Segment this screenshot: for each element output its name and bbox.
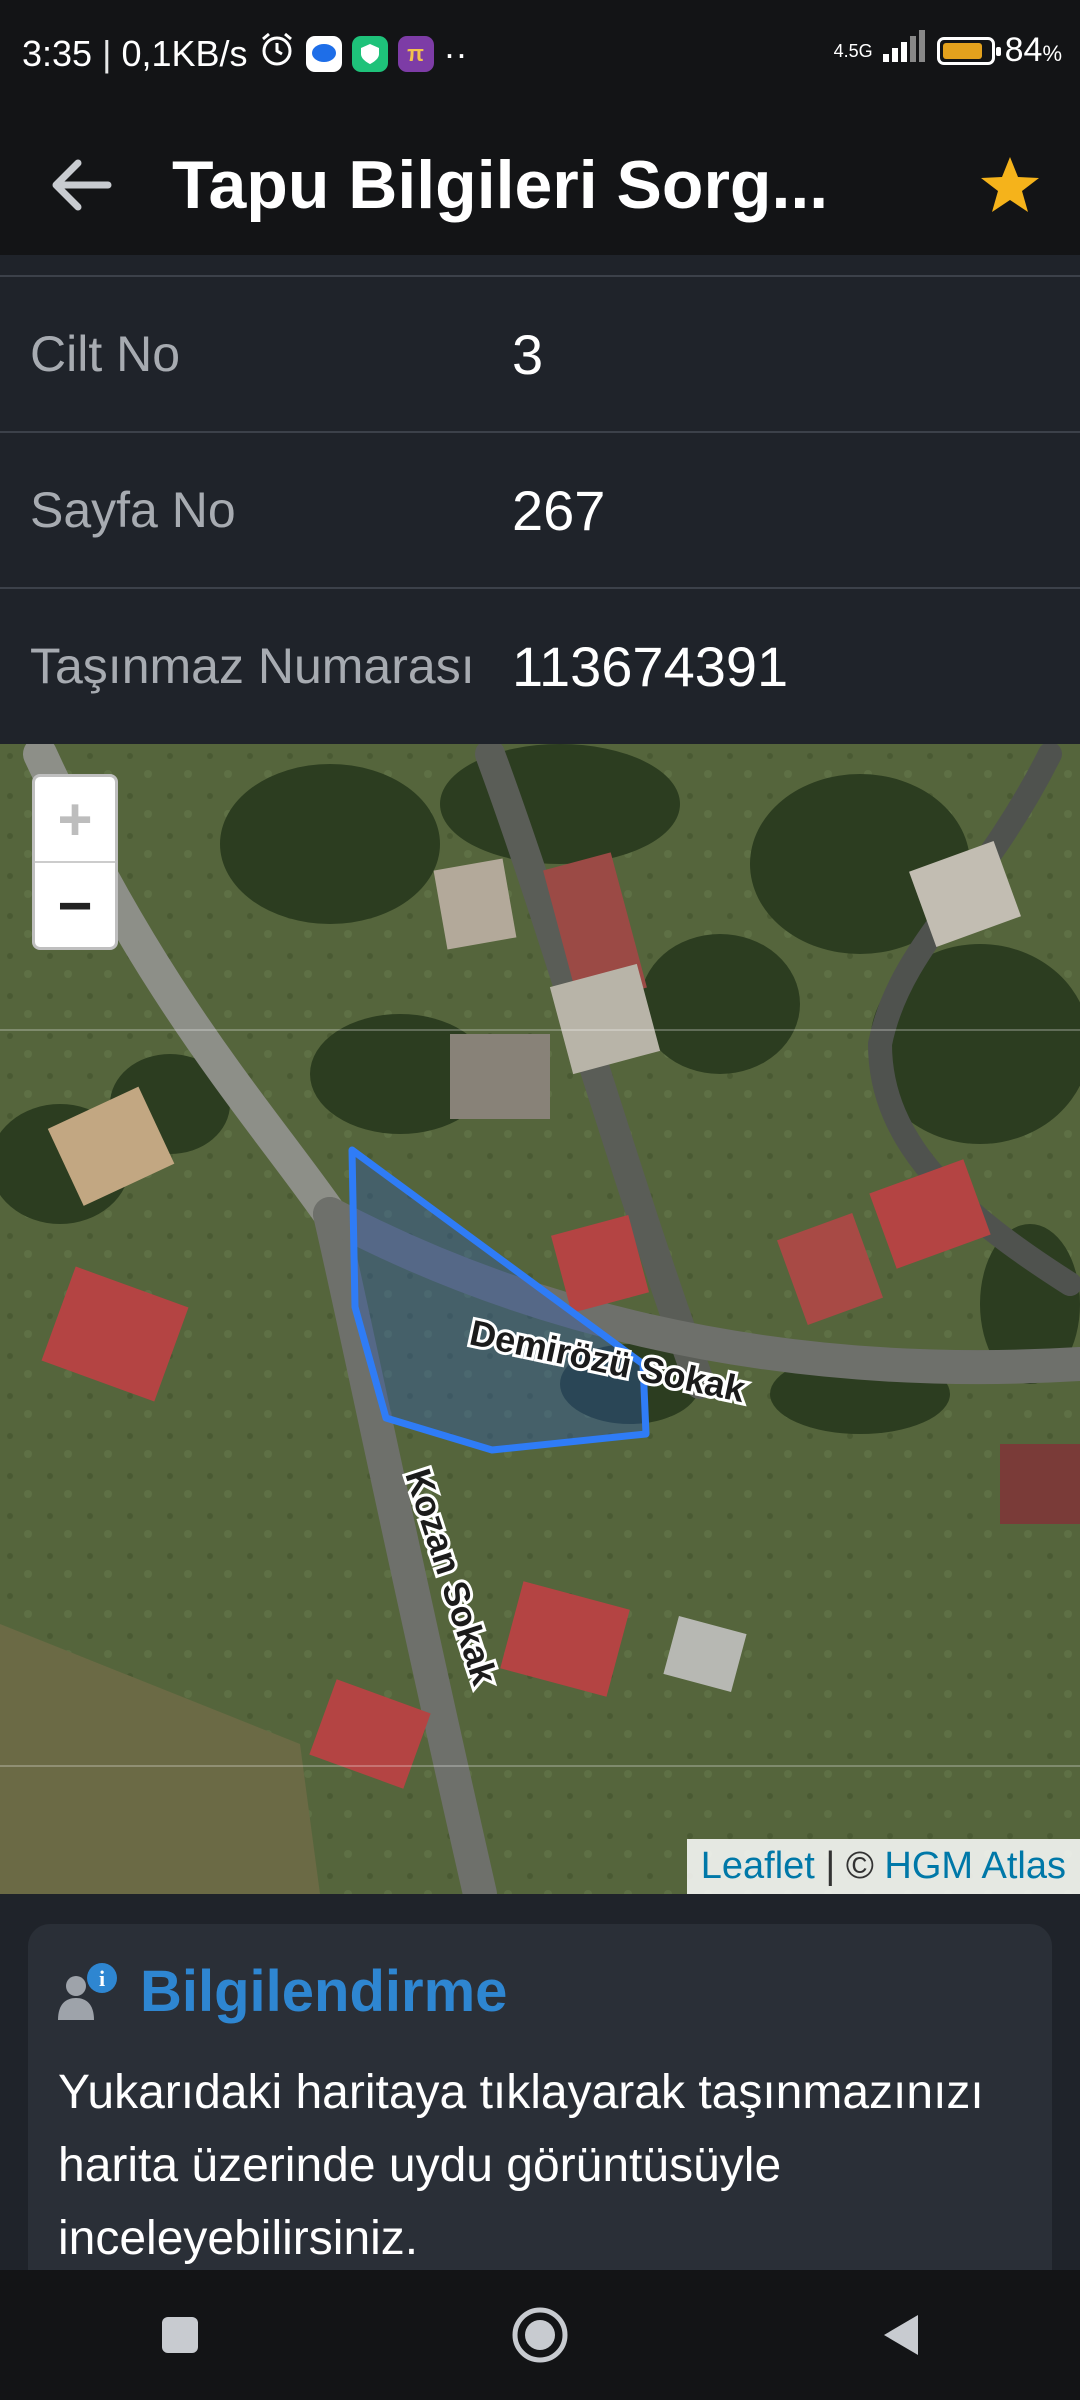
home-button[interactable] bbox=[490, 2285, 590, 2385]
detail-list: Cilt No 3 Sayfa No 267 Taşınmaz Numarası… bbox=[0, 255, 1080, 743]
triangle-back-icon bbox=[884, 2315, 918, 2355]
zoom-in-button[interactable]: + bbox=[35, 777, 115, 863]
zoom-control: + − bbox=[32, 774, 118, 950]
signal-icon bbox=[882, 30, 927, 71]
alarm-icon bbox=[258, 30, 296, 77]
leaflet-link[interactable]: Leaflet bbox=[701, 1845, 815, 1887]
row-value: 3 bbox=[512, 322, 544, 386]
pi-app-icon: π bbox=[397, 35, 434, 72]
back-arrow-icon bbox=[52, 159, 112, 211]
network-type: 4.5G bbox=[833, 40, 873, 61]
row-label: Taşınmaz Numarası bbox=[30, 638, 475, 694]
square-icon bbox=[162, 2317, 198, 2353]
detail-row-cilt-no: Cilt No 3 bbox=[0, 277, 1080, 433]
recents-button[interactable] bbox=[130, 2285, 230, 2385]
favorite-button[interactable] bbox=[970, 145, 1050, 225]
home-circle-icon bbox=[512, 2307, 568, 2363]
detail-row-sayfa-no: Sayfa No 267 bbox=[0, 433, 1080, 589]
row-value: 267 bbox=[512, 478, 606, 542]
messages-app-icon bbox=[305, 35, 342, 72]
status-separator: | bbox=[102, 32, 112, 74]
attribution-separator: | © bbox=[814, 1845, 885, 1887]
svg-text:i: i bbox=[99, 1966, 105, 1991]
zoom-out-button[interactable]: − bbox=[35, 863, 115, 947]
page-title: Tapu Bilgileri Sorg... bbox=[172, 147, 829, 223]
back-nav-button[interactable] bbox=[850, 2285, 950, 2385]
info-card-title: Bilgilendirme bbox=[140, 1959, 508, 2024]
row-label: Cilt No bbox=[30, 326, 181, 382]
hgm-atlas-link[interactable]: HGM Atlas bbox=[884, 1845, 1066, 1887]
info-card: i Bilgilendirme Yukarıdaki haritaya tıkl… bbox=[28, 1924, 1052, 2324]
status-net-speed: 0,1KB/s bbox=[121, 32, 248, 74]
satellite-map[interactable]: Demirözü Sokak Kozan Sokak + − Leaflet |… bbox=[0, 744, 1080, 1894]
map-tiles[interactable]: Demirözü Sokak Kozan Sokak bbox=[0, 744, 1080, 1894]
user-info-icon: i bbox=[58, 1962, 117, 2020]
app-bar: Tapu Bilgileri Sorg... bbox=[0, 115, 1080, 255]
shield-app-icon bbox=[351, 35, 388, 72]
battery-fill bbox=[942, 42, 982, 59]
row-label: Sayfa No bbox=[30, 482, 236, 538]
row-value: 113674391 bbox=[512, 634, 789, 698]
star-icon bbox=[981, 157, 1039, 212]
system-nav-bar bbox=[0, 2270, 1080, 2400]
back-button[interactable] bbox=[40, 145, 120, 225]
info-card-body: Yukarıdaki haritaya tıklayarak taşınmazı… bbox=[58, 2066, 984, 2265]
battery-percent: 84% bbox=[1004, 31, 1062, 69]
more-notifications-icon: ·· bbox=[443, 32, 468, 74]
divider bbox=[0, 255, 1080, 277]
battery-icon bbox=[936, 36, 1001, 65]
status-time: 3:35 bbox=[22, 32, 93, 74]
detail-row-tasinmaz-no: Taşınmaz Numarası 113674391 bbox=[0, 589, 1080, 743]
status-bar: 3:35 | 0,1KB/s π ·· 4.5G 84% bbox=[0, 0, 1080, 115]
map-attribution: Leaflet | © HGM Atlas bbox=[686, 1839, 1080, 1894]
